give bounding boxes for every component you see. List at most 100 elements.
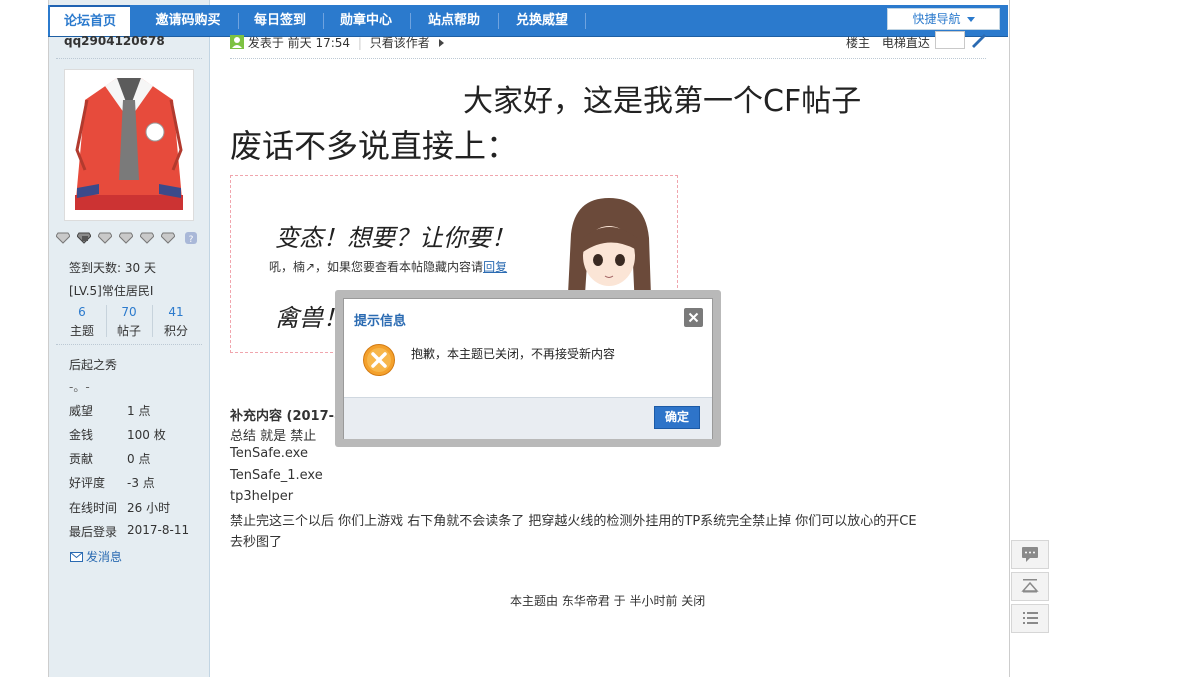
online-user-icon [230, 35, 244, 49]
comment-icon [1022, 547, 1038, 562]
tab-exchange-prestige[interactable]: 兑换威望 [504, 5, 580, 36]
tab-invite-purchase[interactable]: 邀请码购买 [140, 5, 236, 36]
count-label: 积分 [163, 324, 188, 338]
content-line: TenSafe_1.exe [230, 468, 323, 483]
send-message-label: 发消息 [86, 550, 123, 564]
post-floor-info: 楼主 电梯直达 [846, 34, 930, 51]
divider [152, 305, 153, 337]
reply-link[interactable]: 回复 [483, 260, 507, 274]
signin-days: 签到天数: 30 天 [69, 261, 156, 275]
info-label: 好评度 [69, 476, 106, 490]
info-value: 0 点 [127, 452, 151, 466]
diamond-icon[interactable] [119, 232, 133, 244]
count-label: 主题 [69, 324, 94, 338]
avatar[interactable] [64, 69, 194, 221]
elevator-label[interactable]: 电梯直达 [882, 36, 930, 50]
notice-dialog: 提示信息 抱歉，本主题已关闭，不再接受新内容 确定 [343, 298, 713, 439]
credits-count[interactable]: 41 积分 [156, 305, 196, 339]
tab-daily-signin[interactable]: 每日签到 [244, 5, 316, 36]
nav-divider [498, 13, 499, 29]
info-label: 金钱 [69, 428, 94, 442]
diamond-icon[interactable] [98, 232, 112, 244]
diamond-icon[interactable] [161, 232, 175, 244]
chevron-down-icon [966, 17, 975, 22]
pencil-icon[interactable] [970, 32, 988, 48]
info-value: 100 枚 [127, 428, 166, 442]
content-line: 去秒图了 [230, 535, 283, 550]
chevron-right-icon [438, 39, 444, 47]
author-username[interactable]: qq2904120678 [64, 34, 165, 48]
info-row-rating: 好评度 -3 点 [69, 474, 155, 491]
divider [56, 58, 202, 59]
diamond-icon[interactable] [77, 232, 91, 244]
content-line: 总结 就是 禁止 [230, 429, 317, 444]
threads-count[interactable]: 6 主题 [62, 305, 102, 339]
dialog-close-button[interactable] [684, 308, 703, 327]
floor-jump-input[interactable] [935, 31, 965, 49]
hidden-box-text: 吼，楠↗，如果您要查看本帖隐藏内容请 [269, 260, 484, 274]
post-meta: 发表于 前天 17:54 | 只看该作者 [230, 34, 444, 51]
divider [230, 58, 986, 59]
posted-prefix: 发表于 [247, 36, 284, 50]
diamond-icon[interactable] [140, 232, 154, 244]
hidden-box-message: 吼，楠↗，如果您要查看本帖隐藏内容请回复 [269, 258, 507, 275]
user-rank[interactable]: [LV.5]常住居民I [69, 282, 153, 299]
info-row-online-time: 在线时间 26 小时 [69, 499, 170, 516]
posted-time: 前天 17:54 [287, 36, 351, 50]
divider [56, 344, 202, 345]
count-value: 70 [121, 305, 137, 319]
info-label: 最后登录 [69, 525, 118, 539]
tab-medal-center[interactable]: 勋章中心 [330, 5, 402, 36]
count-value: 41 [168, 305, 184, 319]
group-title: 后起之秀 [69, 358, 118, 372]
info-value: -3 点 [127, 476, 155, 490]
group-note: -。- [69, 380, 90, 394]
dialog-title: 提示信息 [354, 314, 407, 329]
question-icon[interactable]: ? [184, 232, 198, 244]
count-label: 帖子 [116, 324, 141, 338]
envelope-icon [70, 552, 83, 562]
info-value: 2017-8-11 [127, 523, 190, 537]
back-to-top-icon [1021, 579, 1039, 593]
quick-nav-label: 快捷导航 [912, 12, 961, 26]
only-author-link[interactable]: 只看该作者 [370, 36, 430, 50]
close-icon [688, 312, 699, 323]
svg-text:?: ? [189, 235, 194, 244]
dialog-footer: 确定 [344, 397, 712, 439]
tab-forum-home[interactable]: 论坛首页 [50, 5, 130, 36]
reply-tool-button[interactable] [1011, 540, 1049, 569]
thread-list-button[interactable] [1011, 604, 1049, 633]
nav-divider [238, 13, 239, 29]
info-value: 26 小时 [127, 501, 171, 515]
divider [106, 305, 107, 337]
info-row-money: 金钱 100 枚 [69, 426, 166, 443]
quick-nav-button[interactable]: 快捷导航 [887, 8, 1000, 30]
post-intro-line: 废话不多说直接上： [230, 127, 519, 165]
content-line: 禁止完这三个以后 你们上游戏 右下角就不会读条了 把穿越火线的检测外挂用的TP系… [230, 514, 917, 529]
top-nav: 论坛首页 邀请码购买 每日签到 勋章中心 站点帮助 兑换威望 [48, 5, 1008, 37]
nav-divider [323, 13, 324, 29]
send-message-link[interactable]: 发消息 [70, 548, 122, 565]
info-label: 在线时间 [69, 501, 118, 515]
floor-label: 楼主 [846, 36, 871, 50]
error-x-icon [363, 344, 395, 376]
diamond-icon[interactable] [56, 232, 70, 244]
list-icon [1023, 612, 1038, 624]
confirm-button[interactable]: 确定 [654, 406, 700, 429]
thread-closed-note: 本主题由 东华帝君 于 半小时前 关闭 [510, 594, 706, 608]
post-title-line: 大家好，这是我第一个CF帖子 [463, 84, 862, 119]
hidden-box-heading: 变态！想要？让你要！ [275, 224, 515, 252]
info-value: 1 点 [127, 404, 151, 418]
content-line: TenSafe.exe [230, 446, 308, 461]
info-row-prestige: 威望 1 点 [69, 402, 150, 419]
dialog-message: 抱歉，本主题已关闭，不再接受新内容 [411, 347, 616, 361]
posts-count[interactable]: 70 帖子 [109, 305, 149, 339]
back-to-top-button[interactable] [1011, 572, 1049, 601]
meta-divider: | [357, 36, 362, 50]
count-value: 6 [78, 305, 86, 319]
content-line: tp3helper [230, 489, 294, 504]
info-label: 威望 [69, 404, 94, 418]
nav-divider [585, 13, 586, 29]
tab-site-help[interactable]: 站点帮助 [418, 5, 490, 36]
info-row-last-login: 最后登录 2017-8-11 [69, 523, 189, 540]
